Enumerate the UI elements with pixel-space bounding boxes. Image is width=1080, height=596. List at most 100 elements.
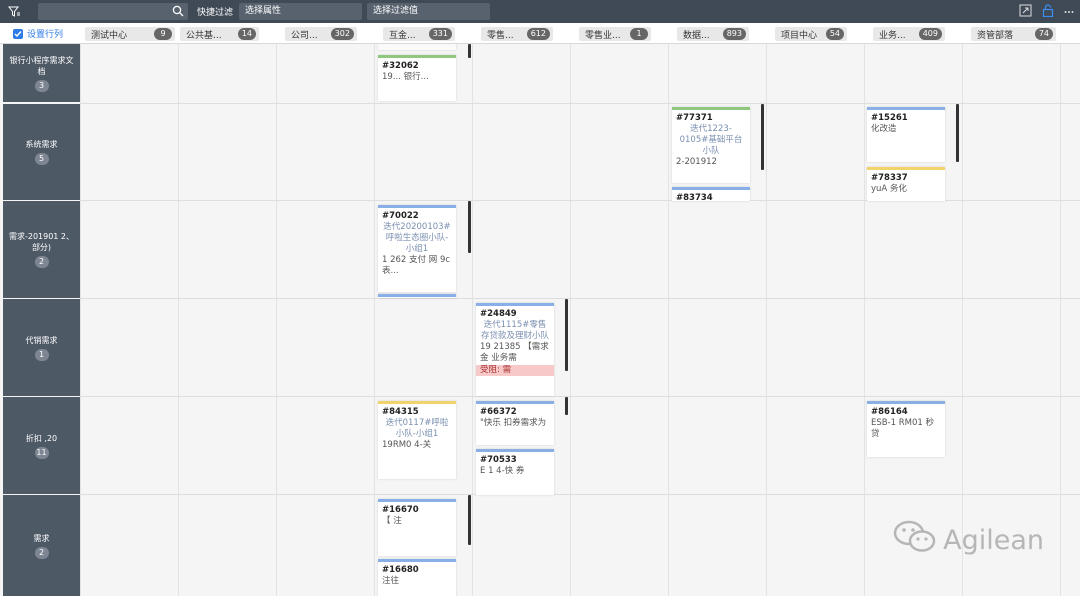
swimlane-count-badge: 2 xyxy=(34,256,49,268)
more-icon[interactable] xyxy=(1064,6,1074,17)
column-divider xyxy=(276,44,277,596)
card-id: #84315 xyxy=(382,407,419,417)
card-iteration: 迭代1115#零售存贷款及理财小队 xyxy=(480,320,549,341)
watermark-text: Agilean xyxy=(943,525,1044,556)
work-item-card[interactable]: #86164 ESB-1 RM01 秒 贷 xyxy=(867,401,945,457)
column-divider xyxy=(962,44,963,596)
set-rows-columns-toggle[interactable]: 设置行列 xyxy=(0,23,80,44)
work-item-card[interactable]: #15261 化改造 xyxy=(867,107,945,162)
card-description: 注往 xyxy=(382,576,400,586)
work-item-card[interactable]: #83734 xyxy=(672,187,750,201)
column-count-badge: 331 xyxy=(428,28,452,40)
card-description: 化改造 xyxy=(871,124,897,134)
cell-scrollbar[interactable] xyxy=(565,397,568,415)
cell-scrollbar[interactable] xyxy=(956,104,959,162)
card-id: #16680 xyxy=(382,565,419,575)
column-count-badge: 302 xyxy=(330,28,354,40)
column-header[interactable]: 零售业... 1 xyxy=(579,27,651,41)
card-id: #70022 xyxy=(382,211,419,221)
card-description: 19RM0 4-关 xyxy=(382,440,432,450)
cell-scrollbar[interactable] xyxy=(565,299,568,371)
column-label: 零售... xyxy=(487,30,514,41)
column-header[interactable]: 互金... 331 xyxy=(383,27,455,41)
card-description: 2-201912 xyxy=(676,157,717,167)
swimlane-label[interactable]: 需求 2 xyxy=(3,495,80,596)
swimlane-count-badge: 5 xyxy=(34,153,49,165)
column-header[interactable]: 零售... 612 xyxy=(481,27,553,41)
card-iteration: 迭代20200103#呼啦生态圈小队-小组1 xyxy=(383,222,451,254)
column-label: 业务... xyxy=(879,30,906,41)
column-count-badge: 54 xyxy=(825,28,844,40)
swimlane-label[interactable]: 银行小程序需求文档 3 xyxy=(3,44,80,102)
swimlane-label[interactable]: 系统需求 5 xyxy=(3,104,80,200)
row-divider xyxy=(80,396,1080,397)
column-count-badge: 893 xyxy=(722,28,746,40)
expand-icon[interactable] xyxy=(1019,4,1032,20)
card-id: #77371 xyxy=(676,113,713,123)
lock-icon[interactable] xyxy=(1042,3,1054,20)
work-item-card[interactable]: #66372 "快乐 扣券需求为 xyxy=(476,401,554,445)
checkbox-checked-icon[interactable] xyxy=(13,28,23,39)
filter-icon[interactable] xyxy=(0,0,28,23)
search-icon[interactable] xyxy=(172,5,184,20)
swimlane-count-badge: 3 xyxy=(34,79,49,92)
work-item-card[interactable]: #77371 迭代1223-0105#基础平台小队 2-201912 xyxy=(672,107,750,183)
card-partial[interactable] xyxy=(378,294,456,298)
card-id: #70533 xyxy=(480,455,517,465)
column-divider xyxy=(374,44,375,596)
work-item-card[interactable]: #24849 迭代1115#零售存贷款及理财小队 19 21385 【需求 金 … xyxy=(476,303,554,396)
cell-scrollbar[interactable] xyxy=(761,104,764,170)
column-divider xyxy=(864,44,865,596)
swimlane-title: 银行小程序需求文档 xyxy=(9,55,74,76)
column-label: 项目中心 xyxy=(781,30,818,41)
card-id: #86164 xyxy=(871,407,908,417)
swimlane-label[interactable]: 需求-201901 2、部分) 2 xyxy=(3,201,80,298)
column-header[interactable]: 测试中心 9 xyxy=(85,27,175,41)
swimlane-title: 需求 xyxy=(33,533,50,543)
column-header[interactable]: 资管部落 74 xyxy=(971,27,1056,41)
column-count-badge: 14 xyxy=(237,28,256,40)
card-id: #66372 xyxy=(480,407,517,417)
watermark: Agilean xyxy=(893,519,1044,562)
swimlane-title: 折扣 ,20 xyxy=(25,433,58,443)
column-label: 公共基... xyxy=(186,30,222,41)
select-attribute-dropdown[interactable]: 选择属性 xyxy=(239,3,362,20)
column-divider xyxy=(178,44,179,596)
row-divider xyxy=(80,103,1080,104)
column-header[interactable]: 业务... 409 xyxy=(873,27,945,41)
work-item-card[interactable]: #16670 【 注 xyxy=(378,499,456,556)
column-divider xyxy=(570,44,571,596)
work-item-card[interactable]: #32062 19... 银行... xyxy=(378,55,456,101)
row-divider xyxy=(80,494,1080,495)
search-input[interactable] xyxy=(38,3,188,20)
swimlane-count-badge: 2 xyxy=(34,546,49,559)
column-divider xyxy=(766,44,767,596)
column-header[interactable]: 项目中心 54 xyxy=(775,27,847,41)
work-item-card[interactable]: #70533 E 1 4-快 券 xyxy=(476,449,554,495)
swimlane-label[interactable]: 代销需求 1 xyxy=(3,299,80,396)
card-id: #16670 xyxy=(382,505,419,515)
set-rows-columns-label: 设置行列 xyxy=(27,30,64,40)
card-description: "快乐 扣券需求为 xyxy=(480,418,547,428)
cell-scrollbar[interactable] xyxy=(468,495,471,545)
swimlane-title: 需求-201901 2、部分) xyxy=(8,232,75,252)
swimlane-label[interactable]: 折扣 ,20 11 xyxy=(3,397,80,494)
work-item-card[interactable]: #78337 yuA 务化 xyxy=(867,167,945,201)
select-filter-value-dropdown[interactable]: 选择过滤值 xyxy=(367,3,490,20)
column-label: 公司... xyxy=(291,30,318,41)
work-item-card[interactable]: #70022 迭代20200103#呼啦生态圈小队-小组1 1 262 支付 网… xyxy=(378,205,456,292)
column-header[interactable]: 数据... 893 xyxy=(677,27,749,41)
column-header[interactable]: 公共基... 14 xyxy=(180,27,259,41)
work-item-card[interactable]: #16680 注往 xyxy=(378,559,456,596)
column-label: 测试中心 xyxy=(91,30,128,41)
cell-scrollbar[interactable] xyxy=(468,201,471,253)
card-partial[interactable] xyxy=(378,44,456,50)
column-header[interactable]: 公司... 302 xyxy=(285,27,357,41)
work-item-card[interactable]: #84315 迭代0117#呼啦小队-小组1 19RM0 4-关 xyxy=(378,401,456,479)
column-count-badge: 612 xyxy=(526,28,550,40)
cell-scrollbar[interactable] xyxy=(468,44,471,58)
column-header-row: 设置行列 测试中心 9 公共基... 14 公司... 302 互金... 331 零售… xyxy=(0,23,1080,44)
swimlane-title: 代销需求 xyxy=(25,335,58,345)
column-count-badge: 1 xyxy=(630,28,648,40)
column-label: 互金... xyxy=(389,30,416,41)
